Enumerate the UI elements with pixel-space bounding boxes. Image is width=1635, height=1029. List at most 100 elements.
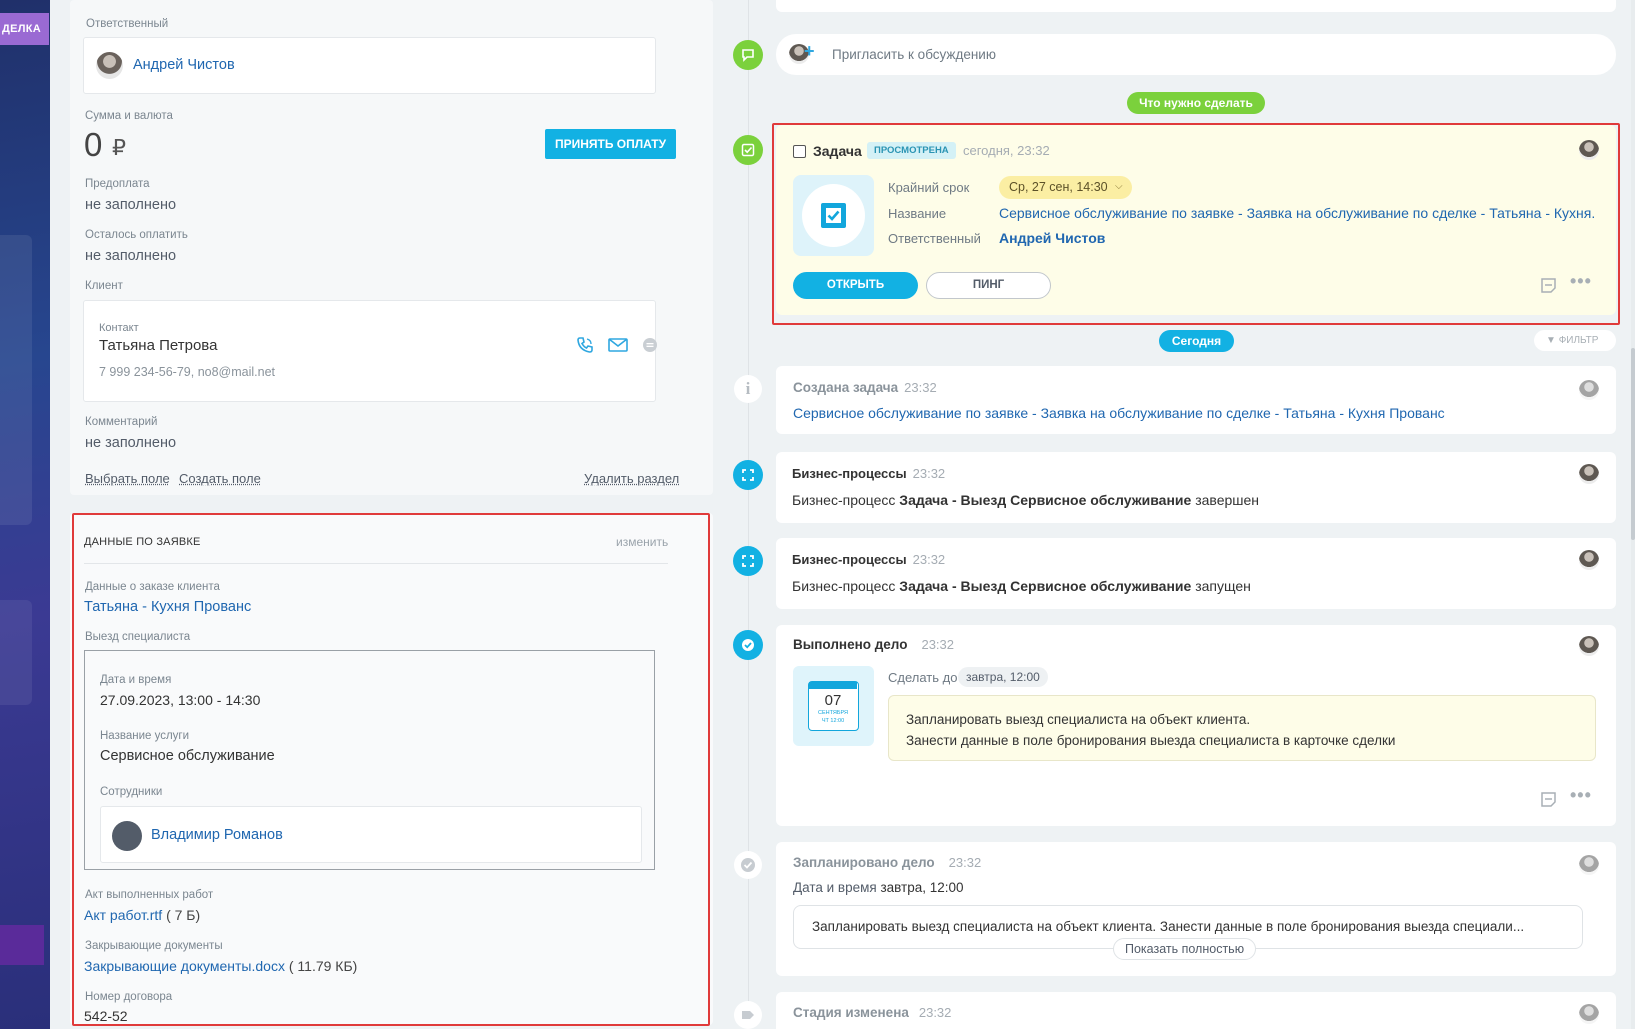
due-value-badge: завтра, 12:00 (958, 667, 1048, 687)
comment-label: Комментарий (85, 416, 158, 428)
order-link[interactable]: Татьяна - Кухня Прованс (84, 599, 251, 615)
prepay-value[interactable]: не заполнено (85, 197, 176, 213)
deal-tab[interactable]: ДЕЛКА (0, 13, 49, 45)
business-process-started-card: Бизнес-процессы 23:32 Бизнес-процесс Зада… (776, 538, 1616, 609)
staff-label: Сотрудники (100, 786, 163, 798)
avatar (1579, 140, 1599, 160)
responsible-label: Ответственный (86, 18, 169, 30)
visit-label: Выезд специалиста (85, 631, 191, 643)
note-icon[interactable] (1540, 791, 1557, 808)
nav-panel-shade (0, 600, 32, 705)
amount-label: Сумма и валюта (85, 110, 173, 122)
contract-value: 542-52 (84, 1008, 128, 1024)
datetime-label: Дата и время (100, 674, 172, 686)
comment-value[interactable]: не заполнено (85, 435, 176, 451)
avatar (1579, 380, 1599, 400)
task-complete-checkbox[interactable] (793, 145, 806, 158)
contract-label: Номер договора (85, 991, 173, 1003)
nav-item-active[interactable] (0, 925, 44, 965)
choose-field-link[interactable]: Выбрать поле (85, 471, 170, 486)
prepay-label: Предоплата (85, 178, 150, 190)
avatar (1579, 464, 1599, 484)
planned-check-icon (734, 851, 762, 879)
comment-editor[interactable] (776, 0, 1616, 12)
responsible-name-link[interactable]: Андрей Чистов (133, 57, 235, 73)
activity-description: Запланировать выезд специалиста на объек… (888, 695, 1596, 761)
planned-datetime: Дата и время завтра, 12:00 (793, 880, 964, 895)
closing-docs-label: Закрывающие документы (85, 940, 223, 952)
event-title: Создана задача 23:32 (793, 380, 937, 395)
avatar (1579, 1004, 1599, 1024)
stage-changed-card: Стадия изменена 23:32 (776, 992, 1616, 1029)
show-full-button[interactable]: Показать полностью (1113, 938, 1257, 960)
task-name-link[interactable]: Сервисное обслуживание по заявке - Заявк… (999, 205, 1595, 221)
responsible-box[interactable]: Андрей Чистов (83, 37, 656, 94)
avatar (1579, 855, 1599, 875)
filter-icon: ▼ (1546, 335, 1556, 346)
deal-info-card: Ответственный Андрей Чистов Сумма и валю… (70, 0, 713, 495)
divider (84, 563, 668, 564)
created-task-link[interactable]: Сервисное обслуживание по заявке - Заявк… (793, 405, 1445, 421)
created-task-card: Создана задача 23:32 Сервисное обслуживан… (776, 366, 1616, 434)
create-field-link[interactable]: Создать поле (179, 471, 261, 486)
accept-payment-button[interactable]: ПРИНЯТЬ ОПЛАТУ (545, 129, 676, 159)
open-task-button[interactable]: ОТКРЫТЬ (793, 272, 918, 299)
business-process-icon (733, 460, 763, 490)
more-icon[interactable]: ••• (1570, 271, 1592, 292)
left-nav-bar: ДЕЛКА (0, 0, 50, 1029)
contact-info[interactable]: 7 999 234-56-79, no8@mail.net (99, 365, 275, 379)
edit-section-link[interactable]: изменить (616, 535, 668, 549)
avatar (1579, 550, 1599, 570)
service-label: Название услуги (100, 730, 190, 742)
responsible-label: Ответственный (888, 231, 981, 246)
closing-docs-file-size: ( 11.79 КБ) (288, 958, 358, 974)
nav-panel-shade (0, 235, 32, 525)
event-title: Стадия изменена 23:32 (793, 1005, 952, 1020)
section-title: ДАННЫЕ ПО ЗАЯВКЕ (84, 536, 201, 548)
done-activity-card: Выполнено дело 23:32 07 СЕНТЯБРЯ ЧТ 12:00… (776, 625, 1616, 826)
task-check-icon (733, 135, 763, 165)
order-label: Данные о заказе клиента (85, 581, 220, 593)
stage-tag-icon (734, 1001, 762, 1029)
task-card: Задача ПРОСМОТРЕНА сегодня, 23:32 Крайни… (776, 125, 1616, 315)
business-process-finished-card: Бизнес-процессы 23:32 Бизнес-процесс Зада… (776, 452, 1616, 523)
delete-section-link[interactable]: Удалить раздел (584, 471, 679, 486)
filter-button[interactable]: ▼ ФИЛЬТР (1534, 330, 1616, 351)
event-title: Бизнес-процессы 23:32 (792, 466, 946, 481)
task-title: Задача (813, 143, 862, 159)
comment-dot-icon (733, 40, 763, 70)
event-title: Бизнес-процессы 23:32 (792, 552, 946, 567)
event-title: Выполнено дело 23:32 (793, 637, 955, 652)
chat-icon[interactable] (642, 337, 658, 353)
act-file-size: ( 7 Б) (166, 907, 201, 923)
deadline-dropdown[interactable]: Ср, 27 сен, 14:30 ⌵ (999, 176, 1132, 199)
act-label: Акт выполненных работ (85, 889, 214, 901)
avatar (96, 52, 123, 79)
staff-box: Владимир Романов (100, 806, 642, 863)
event-title: Запланировано дело 23:32 (793, 855, 982, 870)
deadline-value: Ср, 27 сен, 14:30 (1009, 180, 1108, 194)
contact-name[interactable]: Татьяна Петрова (99, 337, 217, 354)
remaining-value[interactable]: не заполнено (85, 248, 176, 264)
email-icon[interactable] (608, 338, 628, 352)
invite-to-discussion-bar[interactable]: + Пригласить к обсуждению (776, 34, 1616, 75)
note-icon[interactable] (1540, 277, 1557, 294)
responsible-link[interactable]: Андрей Чистов (999, 230, 1105, 246)
more-icon[interactable]: ••• (1570, 785, 1592, 806)
phone-icon[interactable] (576, 336, 594, 354)
planned-activity-card: Запланировано дело 23:32 Дата и время зав… (776, 842, 1616, 976)
act-file-link[interactable]: Акт работ.rtf (84, 907, 162, 923)
scrollbar-thumb[interactable] (1631, 348, 1635, 540)
info-icon: i (734, 375, 762, 403)
today-section-pill: Сегодня (1159, 330, 1234, 352)
page-scrollbar[interactable] (1631, 0, 1635, 1029)
chevron-down-icon: ⌵ (1115, 181, 1123, 192)
staff-name-link[interactable]: Владимир Романов (151, 827, 283, 843)
ping-button[interactable]: ПИНГ (926, 272, 1051, 299)
plus-icon[interactable]: + (804, 41, 815, 62)
event-text: Бизнес-процесс Задача - Выезд Сервисное … (792, 492, 1260, 508)
closing-docs-file-link[interactable]: Закрывающие документы.docx (84, 958, 285, 974)
task-time: сегодня, 23:32 (963, 143, 1050, 158)
invite-text[interactable]: Пригласить к обсуждению (832, 47, 996, 62)
client-label: Клиент (85, 280, 123, 292)
